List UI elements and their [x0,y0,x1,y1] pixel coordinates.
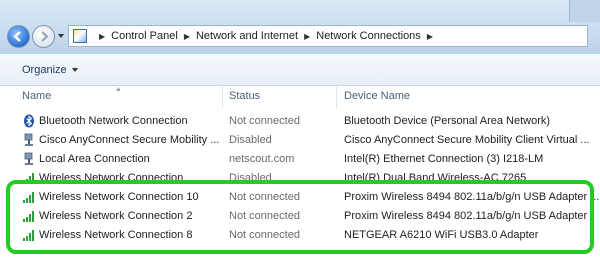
crumb-separator-icon[interactable]: ▶ [184,32,190,41]
column-header-row: ▲ Name Status Device Name [0,86,600,108]
back-button[interactable] [7,25,30,48]
crumb-separator-icon[interactable]: ▶ [427,32,433,41]
connection-status: netscout.com [229,153,295,165]
ethernet-icon [24,133,33,146]
window-title-bar: ▶ Control Panel ▶ Network and Internet ▶… [0,0,600,54]
back-arrow-icon [13,31,21,42]
device-name: Cisco AnyConnect Secure Mobility Client … [344,134,590,146]
column-header-status[interactable]: Status [229,90,260,102]
recent-pages-chevron-icon[interactable] [58,34,64,38]
crumb-separator-icon[interactable]: ▶ [99,32,105,41]
chevron-down-icon [71,67,78,72]
column-divider[interactable] [222,86,223,108]
crumb-separator-icon[interactable]: ▶ [304,32,310,41]
organize-menu-button[interactable]: Organize [22,64,78,76]
forward-arrow-icon [41,31,49,42]
highlight-box [6,180,594,254]
title-bar-strip [569,0,600,22]
connection-name: Cisco AnyConnect Secure Mobility ... [39,134,220,146]
column-header-name[interactable]: Name [22,90,51,102]
control-panel-icon [73,29,87,43]
device-name: Intel(R) Ethernet Connection (3) I218-LM [344,153,544,165]
column-divider[interactable] [336,86,337,108]
bluetooth-icon [24,114,34,128]
list-item[interactable]: Cisco AnyConnect Secure Mobility ... Dis… [0,131,600,150]
column-header-device[interactable]: Device Name [344,90,410,102]
connection-name: Bluetooth Network Connection [39,115,188,127]
device-name: Bluetooth Device (Personal Area Network) [344,115,551,127]
address-bar[interactable]: ▶ Control Panel ▶ Network and Internet ▶… [68,25,588,47]
forward-button[interactable] [32,25,55,48]
breadcrumb-network-connections[interactable]: Network Connections [316,30,421,42]
breadcrumb-control-panel[interactable]: Control Panel [111,30,178,42]
connection-status: Disabled [229,134,272,146]
organize-label: Organize [22,63,67,76]
sort-ascending-icon: ▲ [115,86,122,93]
connection-status: Not connected [229,115,300,127]
ethernet-icon [24,152,33,165]
command-toolbar: Organize [0,54,600,86]
list-item[interactable]: Local Area Connection netscout.com Intel… [0,150,600,169]
connection-name: Local Area Connection [39,153,150,165]
list-item[interactable]: Bluetooth Network Connection Not connect… [0,112,600,131]
breadcrumb-network-and-internet[interactable]: Network and Internet [196,30,298,42]
